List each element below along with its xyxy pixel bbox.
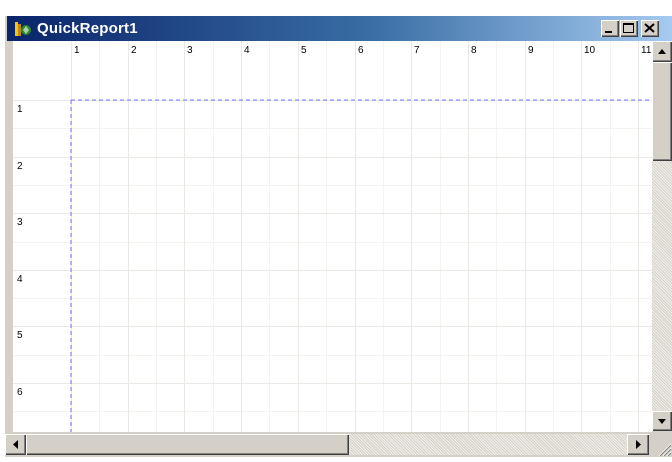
vertical-scroll-track[interactable] (652, 161, 672, 431)
horizontal-scroll-thumb[interactable] (26, 434, 349, 455)
quickreport-window: QuickReport1 1 2 3 4 5 6 7 8 9 10 11 123456 (5, 16, 672, 457)
maximize-icon (623, 23, 634, 33)
horizontal-scroll-track[interactable] (349, 434, 627, 455)
left-ruler-label: 6 (17, 387, 23, 398)
report-canvas: 1 2 3 4 5 6 7 8 9 10 11 123456 (13, 41, 658, 457)
top-ruler-label: 4 (244, 45, 250, 56)
left-ruler-label: 5 (17, 330, 23, 341)
left-ruler: 1 2 3 4 5 6 (17, 104, 23, 398)
top-ruler-label: 1 (74, 45, 80, 56)
scroll-down-button[interactable] (652, 411, 672, 431)
scroll-down-arrow-icon (658, 419, 666, 424)
size-grip[interactable] (649, 432, 672, 457)
title-bar[interactable]: QuickReport1 (7, 16, 672, 41)
top-ruler-label: 11 (641, 45, 652, 56)
close-icon (644, 23, 655, 33)
delphi-app-icon[interactable] (15, 21, 31, 37)
close-button[interactable] (641, 20, 659, 37)
vertical-scrollbar[interactable] (652, 41, 672, 457)
minimize-button[interactable] (601, 20, 619, 37)
report-design-surface[interactable]: 1 2 3 4 5 6 7 8 9 10 11 123456 (13, 41, 668, 457)
left-ruler-label: 3 (17, 217, 23, 228)
top-ruler-label: 9 (528, 45, 534, 56)
window-title: QuickReport1 (37, 20, 138, 37)
scroll-left-button[interactable] (5, 434, 26, 455)
top-ruler-label: 7 (414, 45, 420, 56)
scroll-up-button[interactable] (652, 41, 672, 62)
scroll-right-arrow-icon (636, 440, 641, 449)
vertical-scroll-thumb[interactable] (652, 62, 672, 161)
left-ruler-label: 2 (17, 161, 23, 172)
size-grip-icon (658, 443, 672, 457)
top-ruler-label: 3 (187, 45, 193, 56)
minimize-icon (605, 31, 612, 33)
top-ruler-label: 5 (301, 45, 307, 56)
top-ruler-label: 6 (358, 45, 364, 56)
top-ruler-label: 10 (584, 45, 596, 56)
scroll-up-arrow-icon (658, 49, 666, 54)
scroll-left-arrow-icon (13, 440, 18, 449)
top-ruler-label: 8 (471, 45, 477, 56)
scroll-right-button[interactable] (627, 434, 649, 455)
top-ruler-label: 2 (131, 45, 137, 56)
horizontal-scrollbar[interactable] (5, 432, 649, 457)
top-ruler: 1 2 3 4 5 6 7 8 9 10 11 (74, 45, 652, 56)
grid-lines (13, 41, 653, 457)
maximize-button[interactable] (620, 20, 638, 37)
left-ruler-label: 1 (17, 104, 23, 115)
left-ruler-label: 4 (17, 274, 23, 285)
